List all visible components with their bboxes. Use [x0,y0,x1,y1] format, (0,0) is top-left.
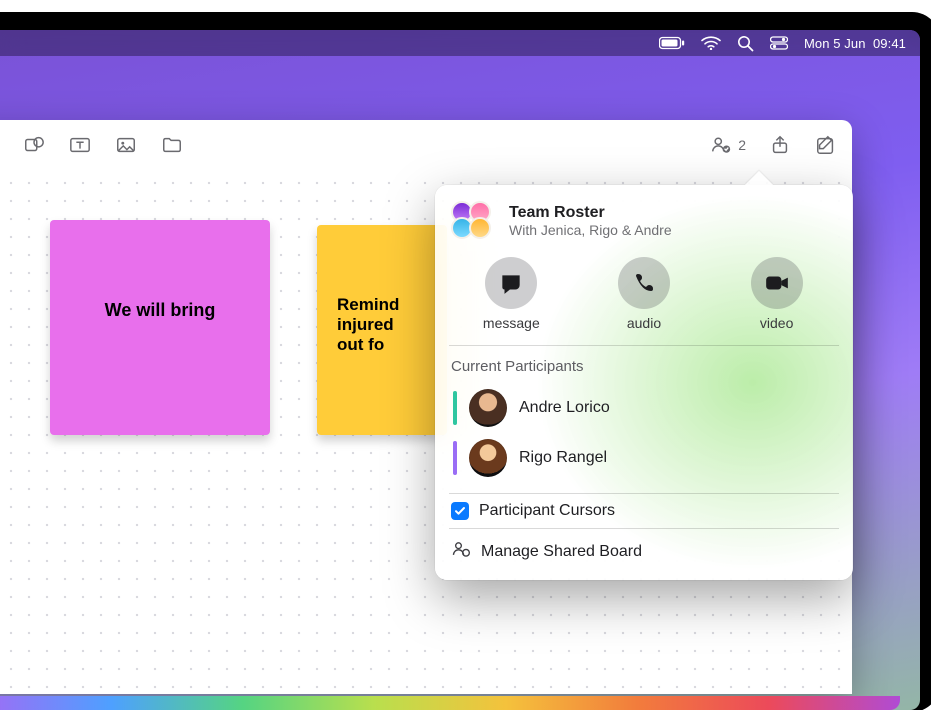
current-participants-heading: Current Participants [435,346,853,383]
participant-name: Andre Lorico [519,399,610,417]
collaborate-button[interactable]: 2 [710,134,746,156]
participant-row[interactable]: Rigo Rangel [451,433,843,483]
manage-label: Manage Shared Board [481,543,642,561]
action-label: video [760,315,793,331]
participant-name: Rigo Rangel [519,449,607,467]
macos-menubar: Mon 5 Jun 09:41 [0,30,920,56]
popover-subtitle: With Jenica, Rigo & Andre [509,222,672,238]
checkbox-checked-icon [451,502,469,520]
participant-cursors-toggle[interactable]: Participant Cursors [435,494,853,528]
shapes-tool-icon[interactable] [22,133,46,157]
action-label: message [483,315,540,331]
sticky-note-text-line: injured [337,315,433,335]
files-tool-icon[interactable] [160,133,184,157]
share-button-icon[interactable] [768,133,792,157]
wifi-icon[interactable] [701,36,721,50]
action-label: audio [627,315,661,331]
phone-icon [618,257,670,309]
media-tool-icon[interactable] [114,133,138,157]
avatar [469,389,507,427]
participant-color-indicator [453,441,457,475]
spotlight-icon[interactable] [737,35,754,52]
manage-shared-board-button[interactable]: Manage Shared Board [435,529,853,580]
audio-action-button[interactable]: audio [584,257,704,331]
sticky-note-text: We will bring [105,300,216,320]
text-box-tool-icon[interactable] [68,133,92,157]
popover-title: Team Roster [509,204,672,222]
collab-count: 2 [738,137,746,153]
message-action-button[interactable]: message [451,257,571,331]
control-center-icon[interactable] [770,36,788,50]
participant-cursors-label: Participant Cursors [479,502,615,520]
message-icon [485,257,537,309]
avatar [469,439,507,477]
menubar-datetime[interactable]: Mon 5 Jun 09:41 [804,36,906,51]
video-action-button[interactable]: video [717,257,837,331]
participant-color-indicator [453,391,457,425]
sticky-note-pink[interactable]: We will bring [50,220,270,435]
sticky-note-yellow[interactable]: Remind injured out fo [317,225,447,435]
video-icon [751,257,803,309]
toolbar: 2 [0,120,852,170]
sticky-note-text-line: Remind [337,295,433,315]
participant-row[interactable]: Andre Lorico [451,383,843,433]
compose-button-icon[interactable] [814,133,838,157]
collaboration-popover: Team Roster With Jenica, Rigo & Andre me… [435,185,853,580]
avatar-cluster-icon [451,201,497,241]
desktop-wallpaper-band [0,696,900,710]
battery-icon[interactable] [659,36,685,50]
sticky-note-text-line: out fo [337,335,433,355]
shared-board-icon [451,539,471,564]
